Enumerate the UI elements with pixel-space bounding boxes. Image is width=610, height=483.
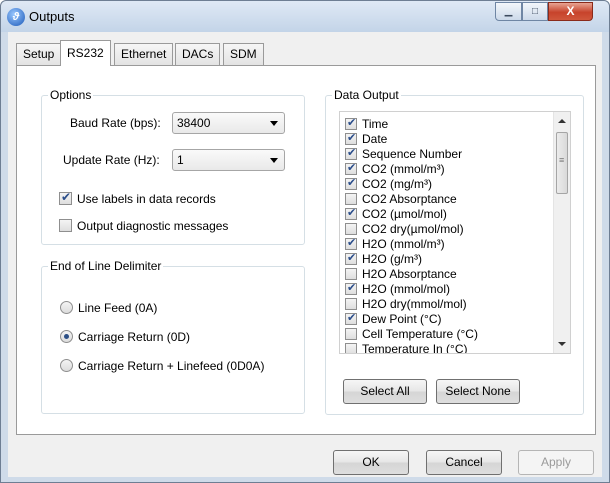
scroll-up-icon[interactable] [558, 119, 566, 123]
tab-setup[interactable]: Setup [16, 43, 62, 65]
list-item-label: Cell Temperature (°C) [362, 327, 478, 341]
maximize-button[interactable]: □ [522, 2, 548, 21]
app-logo-icon: ϑ [7, 8, 25, 26]
tab-rs232[interactable]: RS232 [60, 40, 111, 66]
outputs-window: ϑ Outputs ▁ □ X Setup RS232 Ethernet DAC… [0, 0, 610, 483]
list-item-label: CO2 (mmol/m³) [362, 162, 445, 176]
use-labels-label[interactable]: Use labels in data records [77, 192, 216, 206]
radio-line-feed[interactable] [60, 301, 73, 314]
radio-crlf[interactable] [60, 359, 73, 372]
list-item-label: Time [362, 117, 389, 131]
list-item-label: H2O (g/m³) [362, 252, 422, 266]
scrollbar-thumb[interactable] [556, 132, 568, 194]
data-output-group: Data Output TimeDateSequence NumberCO2 (… [325, 88, 584, 415]
window-title: Outputs [29, 9, 75, 24]
cancel-button[interactable]: Cancel [426, 450, 502, 475]
update-rate-select[interactable]: 1 [172, 149, 285, 171]
list-item-label: CO2 Absorptance [362, 192, 457, 206]
use-labels-checkbox[interactable] [59, 190, 72, 205]
list-item-checkbox[interactable] [345, 251, 357, 265]
list-item-checkbox[interactable] [345, 268, 357, 280]
list-item-checkbox[interactable] [345, 343, 357, 353]
baud-rate-value: 38400 [177, 116, 211, 130]
list-item-checkbox[interactable] [345, 193, 357, 205]
update-rate-value: 1 [177, 153, 184, 167]
scroll-down-icon[interactable] [558, 342, 566, 346]
baud-rate-label: Baud Rate (bps): [70, 116, 161, 130]
diagnostic-messages-label[interactable]: Output diagnostic messages [77, 219, 228, 233]
diagnostic-messages-checkbox[interactable] [59, 219, 72, 232]
apply-button[interactable]: Apply [518, 450, 594, 475]
baud-rate-select[interactable]: 38400 [172, 112, 285, 134]
list-item-checkbox[interactable] [345, 311, 357, 325]
list-item-label: Dew Point (°C) [362, 312, 442, 326]
list-item-label: H2O dry(mmol/mol) [362, 297, 467, 311]
eol-group: End of Line Delimiter Line Feed (0A) Car… [41, 259, 305, 414]
select-none-button[interactable]: Select None [436, 379, 520, 404]
radio-crlf-label[interactable]: Carriage Return + Linefeed (0D0A) [78, 359, 264, 373]
list-item-checkbox[interactable] [345, 281, 357, 295]
list-item-label: Date [362, 132, 388, 146]
list-item-label: CO2 (µmol/mol) [362, 207, 447, 221]
list-item-checkbox[interactable] [345, 146, 357, 160]
radio-line-feed-label[interactable]: Line Feed (0A) [78, 301, 157, 315]
options-group: Options Baud Rate (bps): 38400 Update Ra… [41, 88, 305, 245]
update-rate-label: Update Rate (Hz): [63, 153, 160, 167]
rs232-panel: Options Baud Rate (bps): 38400 Update Ra… [16, 65, 596, 435]
close-button[interactable]: X [548, 2, 593, 21]
list-item-label: Sequence Number [362, 147, 463, 161]
options-group-title: Options [48, 88, 94, 102]
list-item-label: Temperature In (°C) [362, 342, 468, 354]
list-item-checkbox[interactable] [345, 176, 357, 190]
data-output-list[interactable]: TimeDateSequence NumberCO2 (mmol/m³)CO2 … [339, 111, 571, 354]
list-scrollbar[interactable] [553, 112, 570, 353]
radio-carriage-return-label[interactable]: Carriage Return (0D) [78, 330, 190, 344]
chevron-down-icon [270, 121, 278, 126]
list-item-checkbox[interactable] [345, 298, 357, 310]
list-item-label: CO2 (mg/m³) [362, 177, 432, 191]
tab-sdm[interactable]: SDM [223, 43, 264, 65]
list-item-checkbox[interactable] [345, 223, 357, 235]
select-all-button[interactable]: Select All [343, 379, 427, 404]
list-item-label: H2O (mmol/mol) [362, 282, 451, 296]
chevron-down-icon [270, 158, 278, 163]
list-item-label: CO2 dry(µmol/mol) [362, 222, 464, 236]
eol-group-title: End of Line Delimiter [48, 259, 164, 273]
list-item-checkbox[interactable] [345, 206, 357, 220]
minimize-button[interactable]: ▁ [495, 2, 522, 21]
list-item-checkbox[interactable] [345, 116, 357, 130]
tab-dacs[interactable]: DACs [175, 43, 221, 65]
list-item-label: H2O Absorptance [362, 267, 457, 281]
list-item-checkbox[interactable] [345, 161, 357, 175]
list-item-label: H2O (mmol/m³) [362, 237, 445, 251]
data-output-group-title: Data Output [332, 88, 401, 102]
radio-carriage-return[interactable] [60, 330, 73, 343]
ok-button[interactable]: OK [333, 450, 409, 475]
title-bar[interactable]: ϑ Outputs ▁ □ X [1, 1, 609, 32]
list-item-checkbox[interactable] [345, 328, 357, 340]
tab-ethernet[interactable]: Ethernet [114, 43, 174, 65]
list-item-checkbox[interactable] [345, 131, 357, 145]
list-item-checkbox[interactable] [345, 236, 357, 250]
dialog-client: Setup RS232 Ethernet DACs SDM Options Ba… [8, 32, 602, 477]
